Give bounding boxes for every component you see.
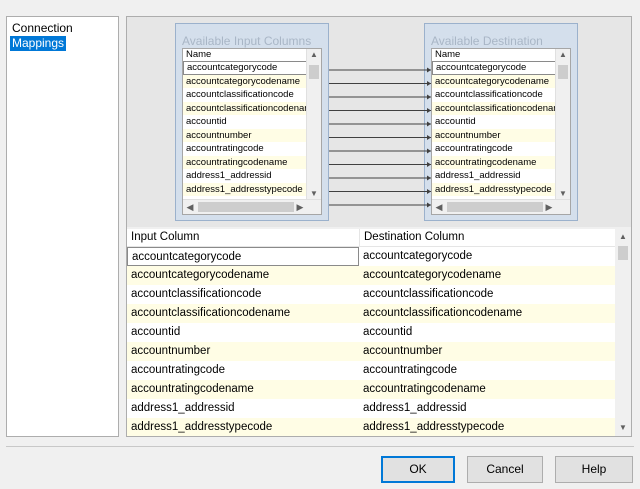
arrowhead-icon bbox=[427, 162, 431, 167]
destination-column-cell[interactable]: accountcategorycode bbox=[359, 247, 615, 266]
arrowhead-icon bbox=[427, 67, 431, 73]
input-column-cell[interactable]: address1_addressid bbox=[127, 399, 359, 418]
ok-button[interactable]: OK bbox=[381, 456, 455, 483]
input-column-cell[interactable]: accountclassificationcode bbox=[127, 285, 359, 304]
destination-column-cell[interactable]: accountratingcodename bbox=[359, 380, 615, 399]
header-input-column[interactable]: Input Column bbox=[127, 229, 359, 246]
table-row[interactable]: accountnumber accountnumber bbox=[127, 342, 615, 361]
nav-item-mappings[interactable]: Mappings bbox=[10, 36, 67, 51]
destination-column-cell[interactable]: address1_addressid bbox=[359, 399, 615, 418]
arrowhead-icon bbox=[427, 135, 431, 140]
destination-column-cell[interactable]: accountnumber bbox=[359, 342, 615, 361]
input-column-cell[interactable]: address1_addresstypecode bbox=[127, 418, 359, 436]
arrowhead-icon bbox=[427, 81, 431, 86]
grid-vscroll[interactable]: ▲ ▼ bbox=[615, 229, 631, 436]
input-column-cell[interactable]: accountratingcode bbox=[127, 361, 359, 380]
arrowhead-icon bbox=[427, 121, 431, 127]
table-row[interactable]: accountratingcode accountratingcode bbox=[127, 361, 615, 380]
table-row[interactable]: accountcategorycode accountcategorycode bbox=[127, 247, 615, 266]
help-button[interactable]: Help bbox=[555, 456, 633, 483]
input-column-cell[interactable]: accountratingcodename bbox=[127, 380, 359, 399]
mapping-diagram: Available Input Columns Name accountcate… bbox=[127, 17, 631, 227]
table-row[interactable]: accountclassificationcode accountclassifi… bbox=[127, 285, 615, 304]
destination-column-cell[interactable]: accountratingcode bbox=[359, 361, 615, 380]
arrowhead-icon bbox=[427, 175, 431, 181]
table-row[interactable]: address1_addresstypecode address1_address… bbox=[127, 418, 615, 436]
table-row[interactable]: accountcategorycodename accountcategoryco… bbox=[127, 266, 615, 285]
footer-separator bbox=[6, 446, 634, 447]
table-row[interactable]: accountratingcodename accountratingcodena… bbox=[127, 380, 615, 399]
arrowhead-icon bbox=[427, 189, 431, 194]
destination-column-cell[interactable]: accountcategorycodename bbox=[359, 266, 615, 285]
input-column-cell[interactable]: accountid bbox=[127, 323, 359, 342]
chevron-up-icon[interactable]: ▲ bbox=[615, 231, 631, 243]
table-row[interactable]: accountid accountid bbox=[127, 323, 615, 342]
arrowhead-icon bbox=[427, 94, 431, 100]
table-row[interactable]: address1_addressid address1_addressid bbox=[127, 399, 615, 418]
destination-column-cell[interactable]: accountid bbox=[359, 323, 615, 342]
mappings-panel: Available Input Columns Name accountcate… bbox=[126, 16, 632, 437]
destination-column-cell[interactable]: accountclassificationcode bbox=[359, 285, 615, 304]
destination-column-cell[interactable]: accountclassificationcodename bbox=[359, 304, 615, 323]
input-column-cell[interactable]: accountcategorycode bbox=[127, 247, 359, 266]
table-row[interactable]: accountclassificationcodename accountclas… bbox=[127, 304, 615, 323]
input-column-cell[interactable]: accountcategorycodename bbox=[127, 266, 359, 285]
chevron-down-icon[interactable]: ▼ bbox=[615, 422, 631, 434]
nav-item-connection-manager[interactable]: Connection Manager bbox=[10, 21, 118, 50]
cancel-button[interactable]: Cancel bbox=[467, 456, 543, 483]
header-destination-column[interactable]: Destination Column bbox=[359, 229, 614, 246]
grid-header: Input Column Destination Column bbox=[127, 229, 615, 247]
mappings-grid[interactable]: Input Column Destination Column accountc… bbox=[127, 229, 631, 436]
mapping-lines bbox=[329, 67, 431, 208]
arrowhead-icon bbox=[427, 108, 431, 113]
arrowhead-icon bbox=[427, 202, 431, 208]
input-column-cell[interactable]: accountnumber bbox=[127, 342, 359, 361]
arrowhead-icon bbox=[427, 148, 431, 154]
scroll-thumb[interactable] bbox=[618, 246, 628, 260]
input-column-cell[interactable]: accountclassificationcodename bbox=[127, 304, 359, 323]
left-nav-panel: Connection Manager Mappings bbox=[6, 16, 119, 437]
destination-column-cell[interactable]: address1_addresstypecode bbox=[359, 418, 615, 436]
